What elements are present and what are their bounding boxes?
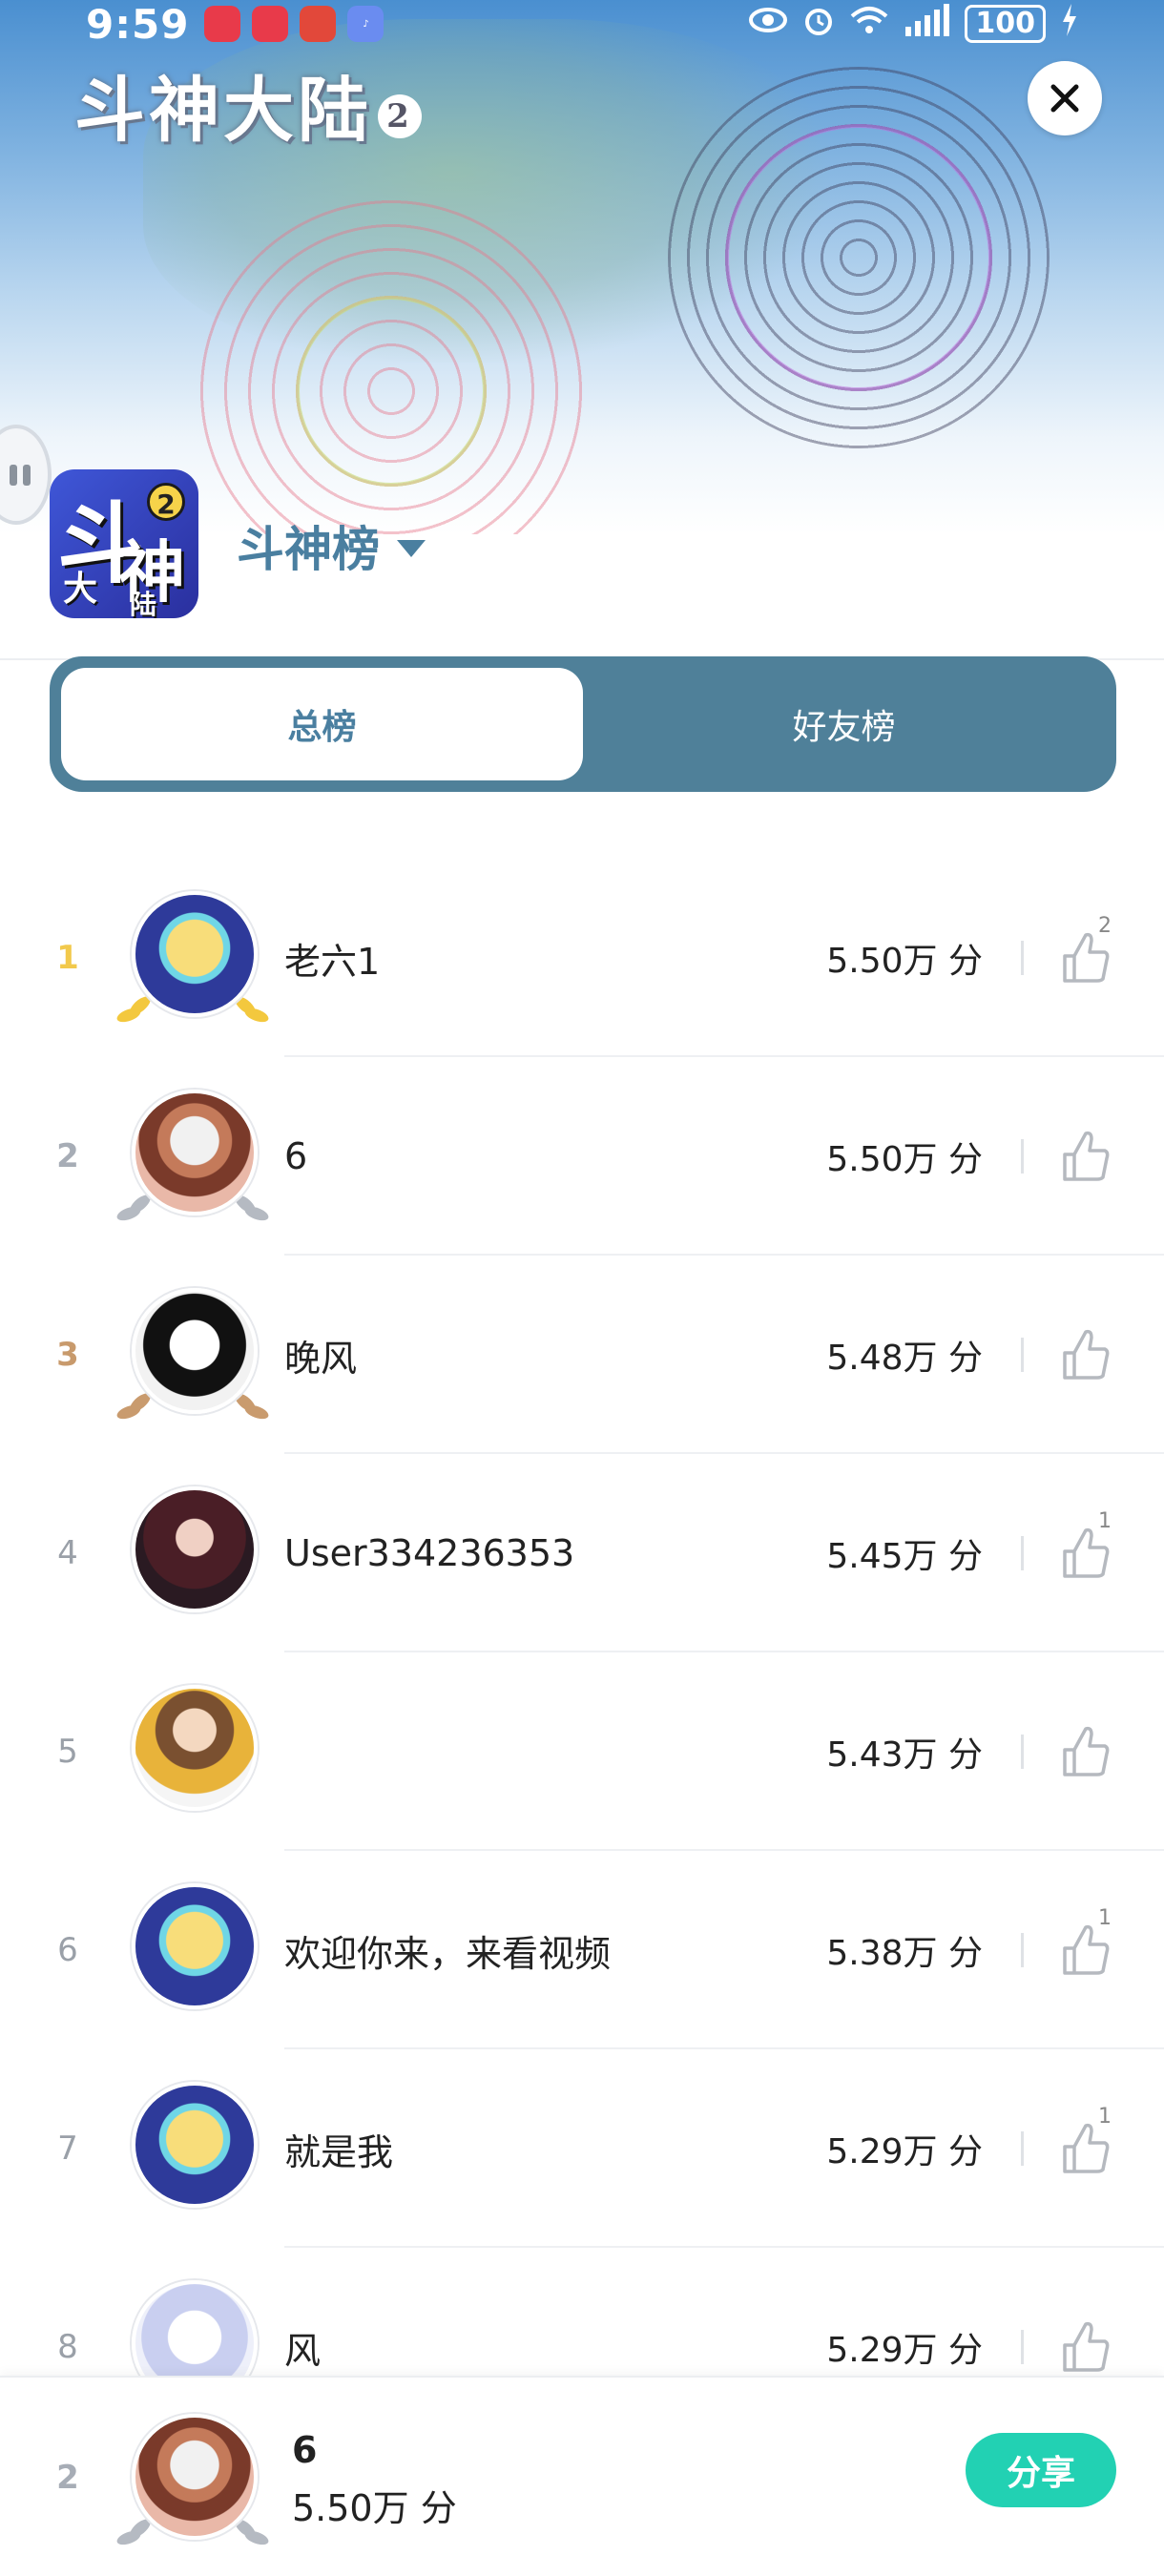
avatar-image [132,1883,258,2009]
my-player-name: 6 [292,2429,318,2471]
my-rank-number: 2 [56,2459,79,2497]
divider [1021,1735,1024,1769]
like-count: 1 [1098,2105,1112,2129]
avatar[interactable] [116,1685,269,1818]
rank-number: 4 [57,1534,78,1572]
game-icon-badge: 2 [147,483,185,521]
divider [1021,1139,1024,1174]
game-icon: 斗 神 大 陆 2 [50,469,198,618]
ranking-list: 1 老六1 5.50万 分 2 2 6 5.50万 分 3 晚风 5.48万 分… [0,859,1164,2446]
player-score: 5.43万 分 [826,1735,983,1775]
status-app-icons: ♪ [204,6,385,42]
player-score: 5.45万 分 [826,1537,983,1576]
ranking-row[interactable]: 5 5.43万 分 [0,1652,1164,1851]
avatar[interactable] [116,1883,269,2017]
close-button[interactable] [1028,61,1102,135]
avatar-image [132,891,258,1017]
ranking-row[interactable]: 1 老六1 5.50万 分 2 [0,859,1164,1057]
game-logo-number: 2 [378,93,422,138]
eye-icon [749,7,788,41]
avatar-image [132,1685,258,1811]
tab-friends[interactable]: 好友榜 [583,668,1105,780]
divider [1021,2330,1024,2364]
ranking-row[interactable]: 6 欢迎你来，来看视频 5.38万 分 1 [0,1851,1164,2049]
battery-indicator: 100 [965,5,1046,43]
avatar[interactable] [116,2082,269,2215]
caret-down-icon [397,540,426,557]
wifi-icon [850,5,888,43]
ranking-tabs: 总榜 好友榜 [50,656,1116,792]
like-count: 1 [1098,1906,1112,1930]
game-logo-title: 斗神大陆 [74,70,372,152]
ranking-row[interactable]: 3 晚风 5.48万 分 [0,1256,1164,1454]
share-button[interactable]: 分享 [966,2433,1116,2507]
player-score: 5.29万 分 [826,2132,983,2171]
close-icon [1050,84,1079,113]
rank-number: 5 [57,1733,78,1771]
player-name: 老六1 [284,940,381,983]
rank-number: 3 [56,1336,79,1374]
avatar-image [132,1288,258,1414]
board-title: 斗神榜 [237,522,380,577]
player-name: 晚风 [284,1337,358,1380]
divider [1021,1338,1024,1372]
signal-icon [904,4,950,44]
avatar[interactable] [114,891,271,1026]
player-name: 6 [284,1135,308,1177]
rank-number: 1 [56,939,79,977]
player-score: 5.50万 分 [826,942,983,981]
status-indicators: 100 [749,4,1078,44]
status-bar: 9:59 ♪ 100 [0,0,1164,48]
divider [1021,941,1024,975]
avatar-image [132,1090,258,1215]
like-count: 2 [1098,914,1112,938]
alarm-icon [802,4,835,44]
status-time: 9:59 [86,0,190,48]
rank-number: 2 [56,1137,79,1175]
avatar[interactable] [114,1090,271,1224]
game-logo: 斗神大陆 2 [74,53,422,156]
ranking-row[interactable]: 4 User334236353 5.45万 分 1 [0,1454,1164,1652]
charging-icon [1061,4,1078,44]
map-ring-decoration [668,67,1050,448]
player-name: 就是我 [284,2130,394,2173]
rank-number: 7 [57,2129,78,2168]
thumbs-up-icon[interactable] [1061,1324,1111,1381]
huawei-app-icon [204,6,241,42]
rank-number: 6 [57,1931,78,1969]
thumbs-up-icon[interactable] [1061,2316,1111,2374]
avatar-image [132,2082,258,2208]
tab-overall[interactable]: 总榜 [61,668,583,780]
divider [1021,1933,1024,1967]
music-app-icon: ♪ [347,6,385,42]
thumbs-up-icon[interactable] [1061,1126,1111,1183]
player-score: 5.48万 分 [826,1339,983,1378]
header-banner: 9:59 ♪ 100 斗神大陆 2 [0,0,1164,534]
avatar[interactable] [114,1288,271,1423]
red-app-icon [300,6,337,42]
my-player-score: 5.50万 分 [292,2487,457,2529]
ranking-row[interactable]: 2 6 5.50万 分 [0,1057,1164,1256]
player-score: 5.38万 分 [826,1934,983,1973]
ranking-row[interactable]: 7 就是我 5.29万 分 1 [0,2049,1164,2248]
avatar-image [132,1486,258,1612]
my-avatar[interactable] [114,2414,271,2548]
board-selector[interactable]: 斗神榜 [237,511,426,580]
huawei-app-icon [252,6,289,42]
like-count: 1 [1098,1509,1112,1533]
player-score: 5.50万 分 [826,1140,983,1179]
divider [1021,1536,1024,1570]
player-name: 欢迎你来，来看视频 [284,1932,612,1975]
pause-icon [10,464,31,486]
thumbs-up-icon[interactable] [1061,1721,1111,1778]
avatar-image [132,2414,258,2540]
divider [1021,2131,1024,2166]
game-icon-glyph: 陆 [130,589,157,618]
player-name: User334236353 [284,1532,575,1574]
game-icon-glyph: 大 [63,570,98,609]
my-rank-bar: 2 6 5.50万 分 分享 [0,2376,1164,2576]
avatar[interactable] [116,1486,269,1620]
